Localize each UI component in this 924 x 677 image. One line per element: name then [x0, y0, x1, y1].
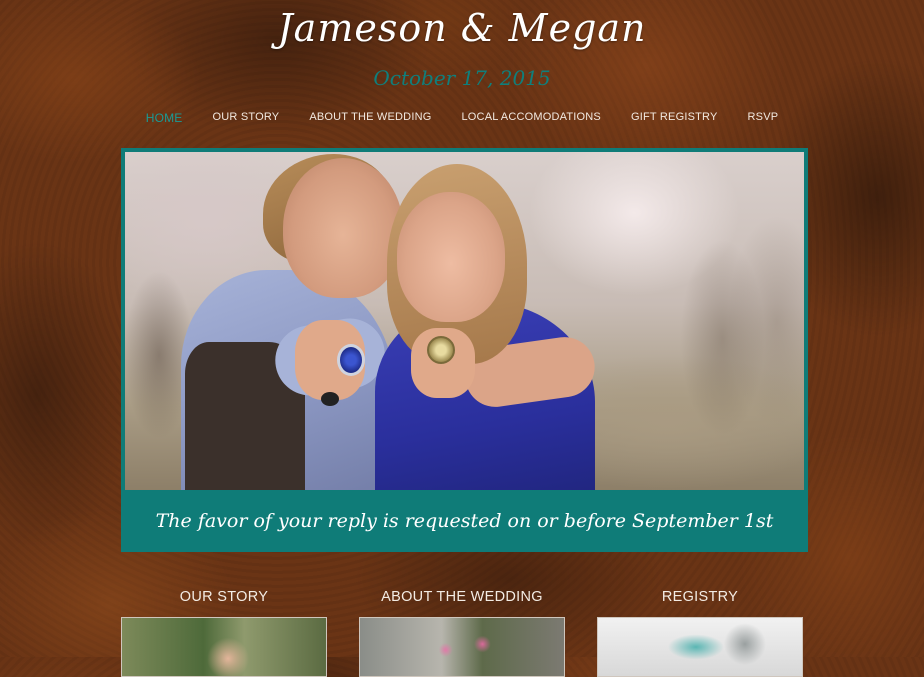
section-about-the-wedding: ABOUT THE WEDDING — [359, 589, 565, 677]
nav-item-gift-registry[interactable]: GIFT REGISTRY — [616, 111, 733, 125]
our-story-image[interactable] — [121, 617, 327, 677]
rsvp-caption: The favor of your reply is requested on … — [155, 510, 774, 532]
about-the-wedding-image[interactable] — [359, 617, 565, 677]
section-registry: REGISTRY — [597, 589, 803, 677]
section-our-story: OUR STORY — [121, 589, 327, 677]
main-nav: HOME OUR STORY ABOUT THE WEDDING LOCAL A… — [0, 111, 924, 125]
nav-item-our-story[interactable]: OUR STORY — [198, 111, 295, 125]
registry-image[interactable] — [597, 617, 803, 677]
wedding-date: October 17, 2015 — [373, 66, 551, 90]
nav-item-home[interactable]: HOME — [131, 111, 198, 125]
section-heading-our-story[interactable]: OUR STORY — [121, 589, 327, 605]
hero-banner: The favor of your reply is requested on … — [121, 148, 808, 552]
nav-item-rsvp[interactable]: RSVP — [733, 111, 794, 125]
site-title: Jameson & Megan — [277, 6, 647, 50]
section-heading-about-the-wedding[interactable]: ABOUT THE WEDDING — [359, 589, 565, 605]
couple-photo — [125, 152, 804, 490]
nav-item-about-the-wedding[interactable]: ABOUT THE WEDDING — [294, 111, 446, 125]
section-heading-registry[interactable]: REGISTRY — [597, 589, 803, 605]
nav-item-local-accomodations[interactable]: LOCAL ACCOMODATIONS — [446, 111, 616, 125]
